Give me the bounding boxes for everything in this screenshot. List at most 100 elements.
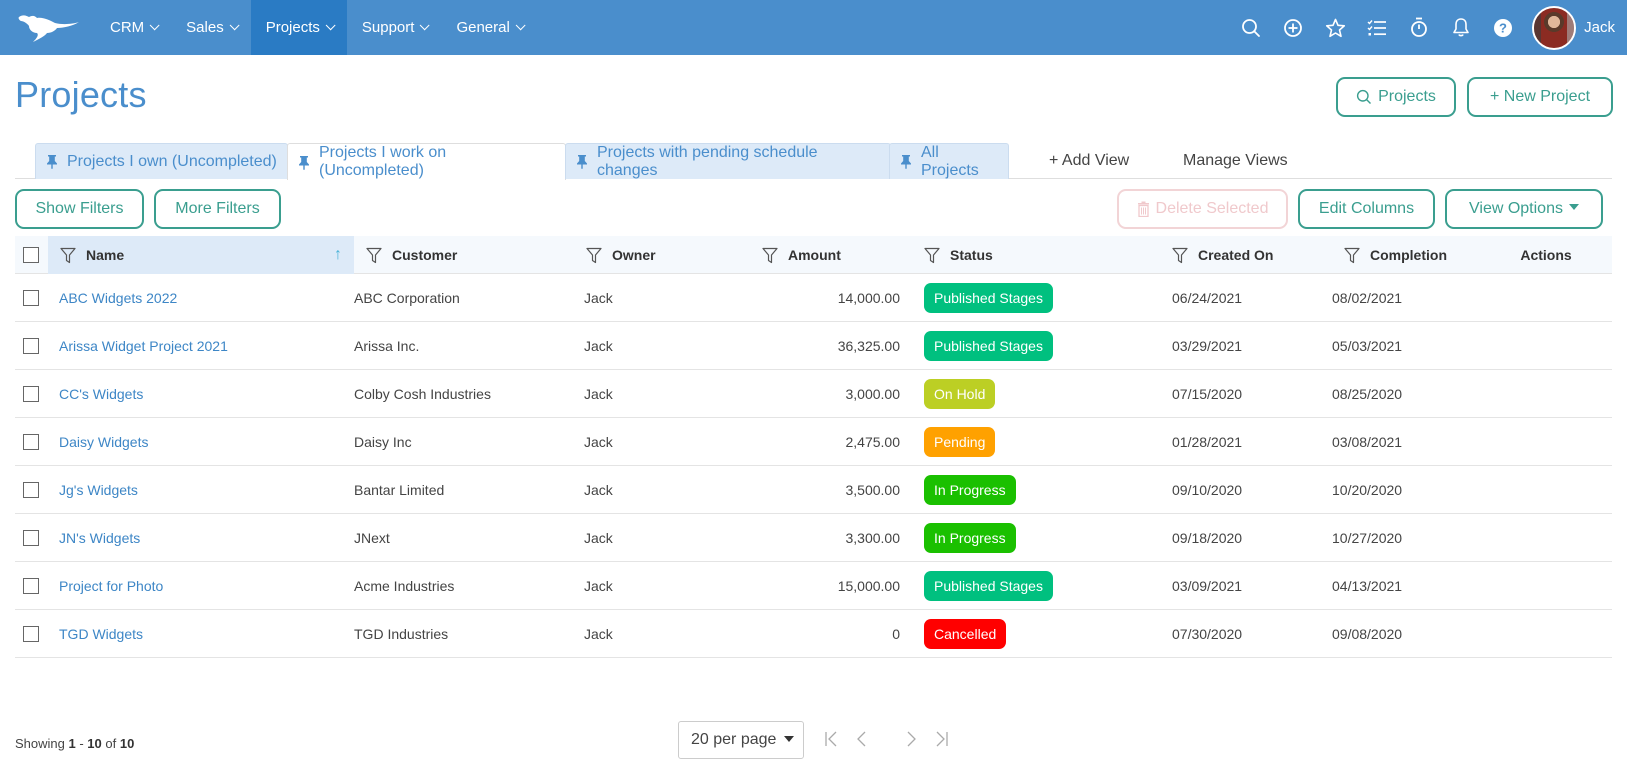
tab-projects-i-work-on[interactable]: Projects I work on (Uncompleted)	[287, 143, 566, 180]
row-checkbox[interactable]	[23, 289, 39, 306]
more-filters-button[interactable]: More Filters	[154, 189, 281, 229]
row-select-cell	[15, 466, 48, 513]
pagination-summary: Showing 1 - 10 of 10	[15, 736, 134, 751]
new-project-button[interactable]: + New Project	[1467, 77, 1613, 117]
sort-ascending-icon[interactable]: ↑	[334, 246, 342, 264]
nav-projects[interactable]: Projects	[250, 0, 347, 55]
header-completion[interactable]: Completion	[1332, 236, 1480, 274]
tab-projects-i-own[interactable]: Projects I own (Uncompleted)	[35, 143, 288, 179]
completion-cell: 08/02/2021	[1332, 289, 1403, 306]
actions-cell	[1480, 322, 1612, 369]
stopwatch-icon[interactable]	[1398, 0, 1440, 55]
app-logo[interactable]	[0, 0, 95, 55]
row-checkbox[interactable]	[23, 337, 39, 354]
header-actions: Actions	[1480, 236, 1612, 274]
header-owner[interactable]: Owner	[574, 236, 750, 274]
filter-icon[interactable]	[1172, 247, 1188, 264]
help-icon[interactable]: ?	[1482, 0, 1524, 55]
user-avatar[interactable]	[1532, 5, 1577, 50]
customer-cell: Bantar Limited	[354, 481, 445, 498]
chevron-down-icon	[149, 20, 160, 31]
customer-cell: TGD Industries	[354, 625, 449, 642]
project-name-link[interactable]: Project for Photo	[48, 562, 354, 609]
edit-columns-button[interactable]: Edit Columns	[1298, 189, 1435, 229]
filter-icon[interactable]	[924, 247, 940, 264]
amount-cell: 3,500.00	[845, 481, 901, 498]
created-on-cell: 03/09/2021	[1172, 577, 1243, 594]
header-status[interactable]: Status	[912, 236, 1160, 274]
header-amount[interactable]: Amount	[750, 236, 912, 274]
owner-cell: Jack	[584, 481, 613, 498]
project-name-link[interactable]: Arissa Widget Project 2021	[48, 322, 354, 369]
filter-icon[interactable]	[762, 247, 778, 264]
actions-cell	[1480, 562, 1612, 609]
new-project-label: + New Project	[1489, 88, 1591, 105]
delete-selected-label: Delete Selected	[1155, 200, 1269, 217]
project-name-link[interactable]: Daisy Widgets	[48, 418, 354, 465]
nav-projects-label: Projects	[265, 19, 320, 36]
row-checkbox[interactable]	[23, 433, 39, 450]
page-title: Projects	[15, 74, 147, 115]
tab-pending-schedule-changes[interactable]: Projects with pending schedule changes	[565, 143, 891, 179]
projects-table: Name ↑ Customer Owner Amount Status Crea…	[15, 236, 1612, 658]
status-cell: Published Stages	[912, 562, 1160, 609]
actions-cell	[1480, 466, 1612, 513]
filter-icon[interactable]	[60, 247, 76, 264]
project-name-link[interactable]: ABC Widgets 2022	[48, 274, 354, 321]
svg-text:?: ?	[1499, 20, 1507, 35]
search-icon[interactable]	[1230, 0, 1272, 55]
header-created-on[interactable]: Created On	[1160, 236, 1332, 274]
nav-support[interactable]: Support	[347, 0, 442, 55]
amount-cell: 0	[892, 625, 900, 642]
show-filters-button[interactable]: Show Filters	[15, 189, 144, 229]
status-cell: On Hold	[912, 370, 1160, 417]
nav-sales[interactable]: Sales	[171, 0, 251, 55]
per-page-select[interactable]: 20 per page	[678, 721, 804, 759]
project-name-link[interactable]: Jg's Widgets	[48, 466, 354, 513]
previous-page-button[interactable]	[850, 728, 872, 750]
star-icon[interactable]	[1314, 0, 1356, 55]
amount-cell: 2,475.00	[845, 433, 901, 450]
filter-icon[interactable]	[586, 247, 602, 264]
tab-label: Projects I work on (Uncompleted)	[319, 144, 447, 179]
owner-cell: Jack	[584, 385, 613, 402]
user-name[interactable]: Jack	[1584, 19, 1615, 36]
project-name-link[interactable]: JN's Widgets	[48, 514, 354, 561]
row-checkbox[interactable]	[23, 529, 39, 546]
add-view-link[interactable]: + Add View	[1049, 143, 1129, 179]
nav-crm-label: CRM	[110, 19, 145, 36]
row-checkbox[interactable]	[23, 577, 39, 594]
filter-icon[interactable]	[366, 247, 382, 264]
row-checkbox[interactable]	[23, 481, 39, 498]
per-page-value: 20 per page	[691, 731, 777, 748]
first-page-button[interactable]	[820, 728, 842, 750]
next-page-button[interactable]	[901, 728, 923, 750]
header-label: Status	[950, 247, 993, 263]
header-name[interactable]: Name ↑	[48, 236, 354, 274]
add-circle-icon[interactable]	[1272, 0, 1314, 55]
filter-icon[interactable]	[1344, 247, 1360, 264]
bell-icon[interactable]	[1440, 0, 1482, 55]
nav-general[interactable]: General	[441, 0, 536, 55]
last-page-button[interactable]	[931, 728, 953, 750]
row-checkbox[interactable]	[23, 625, 39, 642]
table-row: Jg's Widgets Bantar Limited Jack 3,500.0…	[15, 466, 1612, 514]
completion-cell: 03/08/2021	[1332, 433, 1403, 450]
chevron-right-icon	[907, 731, 916, 747]
nav-crm[interactable]: CRM	[95, 0, 171, 55]
table-row: ABC Widgets 2022 ABC Corporation Jack 14…	[15, 274, 1612, 322]
view-options-button[interactable]: View Options	[1445, 189, 1603, 229]
manage-views-link[interactable]: Manage Views	[1183, 143, 1288, 179]
of-label: of	[105, 736, 117, 751]
project-name-link[interactable]: CC's Widgets	[48, 370, 354, 417]
search-projects-button[interactable]: Projects	[1336, 77, 1456, 117]
header-customer[interactable]: Customer	[354, 236, 574, 274]
tab-label: All Projects	[921, 143, 979, 179]
tab-all-projects[interactable]: All Projects	[889, 143, 1009, 179]
select-all-checkbox[interactable]	[23, 247, 39, 263]
row-checkbox[interactable]	[23, 385, 39, 402]
checklist-icon[interactable]	[1356, 0, 1398, 55]
delete-selected-button[interactable]: Delete Selected	[1117, 189, 1288, 229]
chevron-down-icon	[420, 20, 431, 31]
project-name-link[interactable]: TGD Widgets	[48, 610, 354, 657]
